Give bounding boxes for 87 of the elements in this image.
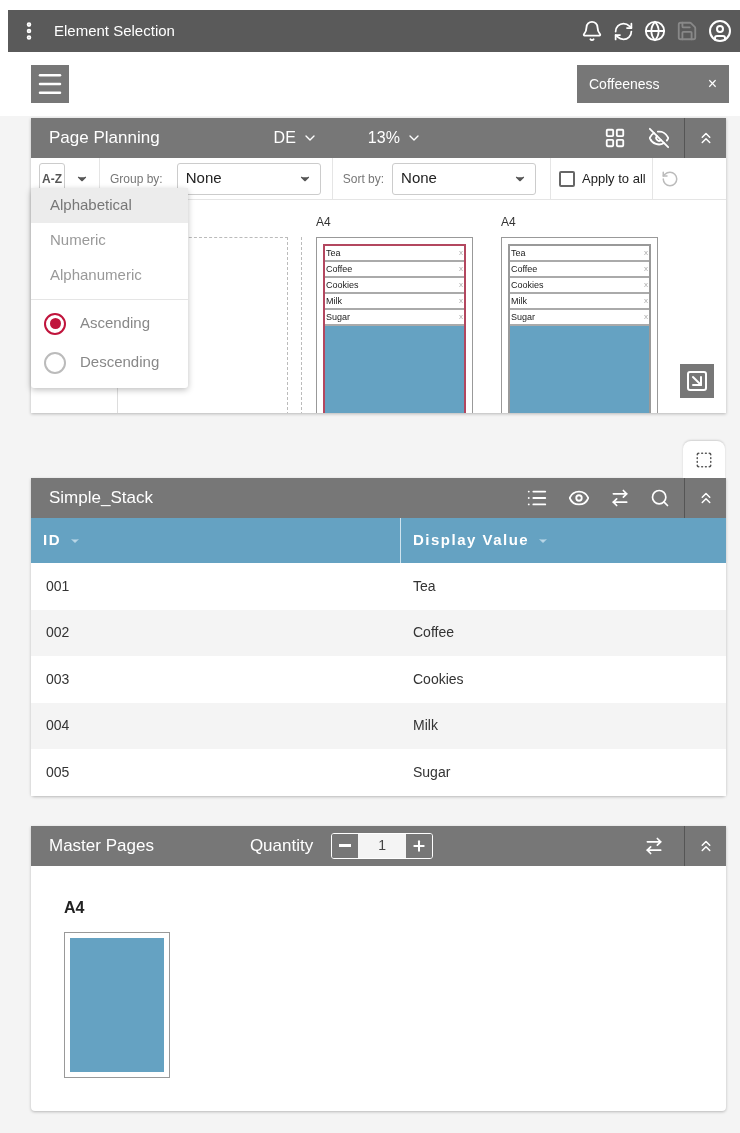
remove-mark[interactable]: x [644,281,648,289]
sort-by-select[interactable]: None [392,162,537,195]
remove-mark[interactable]: x [459,313,463,321]
search-icon[interactable] [650,488,670,508]
element-label: Cookies [511,280,544,290]
remove-mark[interactable]: x [459,265,463,273]
dashed-square-icon [695,450,713,469]
table-cell-text: Coffee [412,623,455,643]
table-cell-text: Cookies [412,669,465,689]
language-dropdown[interactable]: DE [273,126,318,150]
remove-mark[interactable]: x [644,313,648,321]
app-title: Element Selection [54,20,175,41]
menu-item[interactable]: Alphanumeric [31,258,188,293]
checkbox-label: Apply to all [582,169,646,188]
table-cell-text: 004 [45,716,71,736]
table-cell-text: Tea [412,576,437,596]
element-label: Milk [326,296,342,306]
element-label: Sugar [326,312,351,322]
table-cell-text: 005 [45,762,71,782]
globe-icon[interactable] [644,20,666,42]
master-page-label: A4 [64,897,86,918]
radio-option[interactable]: Descending [31,343,188,382]
element-label: Tea [326,248,341,258]
page-element[interactable]: Coffee x [510,262,649,278]
table-cell-text: Milk [412,716,439,736]
table-cell-text: 002 [45,623,71,643]
quantity-value[interactable]: 1 [358,833,407,858]
minus-icon [339,844,352,847]
table-cell-text: 001 [45,576,71,596]
panel-title: Master Pages [48,834,154,857]
table-cell-text: Sugar [412,762,452,782]
page-element[interactable]: Milk x [325,294,464,310]
page-element[interactable]: Coffee x [325,262,464,278]
quantity-label: Quantity [249,834,314,857]
radio-button[interactable] [44,312,66,335]
element-label: Coffee [326,264,353,274]
column-header[interactable]: Display Value [401,518,726,563]
panel-title: Page Planning [48,127,160,150]
page-thumbnail[interactable]: Tea x Coffee x Cookies x Milk x Sugar x [501,237,658,413]
apply-to-all-checkbox[interactable]: Apply to all [559,168,646,189]
page-label: A4 [501,214,517,231]
page-element[interactable]: Cookies x [325,278,464,294]
sort-by-label: Sort by: [342,170,385,188]
page-element[interactable]: Milk x [510,294,649,310]
element-label: Sugar [511,312,536,322]
panel-title: Simple_Stack [48,487,153,510]
menu-item[interactable]: Numeric [31,223,188,258]
close-button[interactable]: × [707,72,717,96]
remove-mark[interactable]: x [644,249,648,257]
remove-mark[interactable]: x [644,265,648,273]
page-element[interactable]: Sugar x [325,310,464,326]
remove-mark[interactable]: x [459,249,463,257]
eye-off-icon[interactable] [648,127,670,149]
page-label: A4 [316,214,332,231]
user-icon[interactable] [708,19,732,43]
group-by-select[interactable]: None [176,162,321,195]
element-label: Cookies [326,280,359,290]
page-element[interactable]: Tea x [325,246,464,262]
element-label: Tea [511,248,526,258]
page-element[interactable]: Tea x [510,246,649,262]
refresh-icon[interactable] [613,20,634,42]
element-label: Coffee [511,264,538,274]
zoom-dropdown[interactable]: 13% [367,126,422,150]
swap-icon[interactable] [644,835,664,856]
arrow-corner-icon [685,369,709,393]
menu-item[interactable]: Alphabetical [31,188,188,223]
swap-icon[interactable] [610,488,630,508]
page-element[interactable]: Cookies x [510,278,649,294]
radio-label: Ascending [80,313,151,334]
fit-button[interactable] [680,364,714,398]
page-thumbnail[interactable]: Tea x Coffee x Cookies x Milk x Sugar x [316,237,473,413]
radio-button[interactable] [44,351,66,374]
remove-mark[interactable]: x [459,281,463,289]
remove-mark[interactable]: x [459,297,463,305]
radio-label: Descending [80,352,160,373]
radio-option[interactable]: Ascending [31,304,188,343]
chip-label: Coffeeness [589,74,660,94]
table-cell-text: 003 [45,669,71,689]
group-by-label: Group by: [110,170,163,188]
bell-icon[interactable] [581,20,603,42]
remove-mark[interactable]: x [644,297,648,305]
grid-icon[interactable] [604,127,626,149]
menu-button[interactable] [31,65,69,103]
page-element[interactable]: Sugar x [510,310,649,326]
checkbox[interactable] [559,170,576,187]
element-label: Milk [511,296,527,306]
master-page-thumbnail[interactable] [64,931,170,1078]
